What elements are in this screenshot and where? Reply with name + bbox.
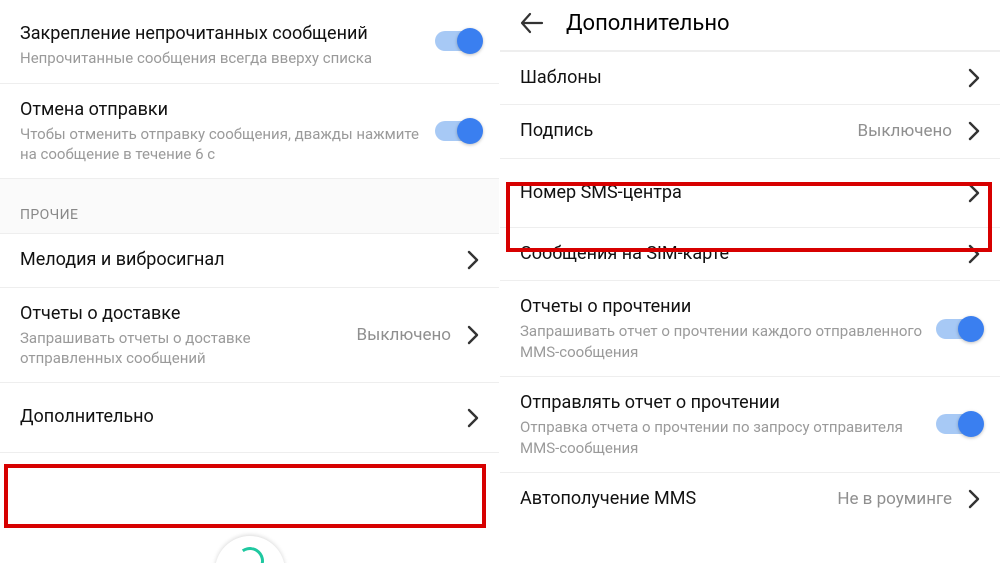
pin-unread-subtitle: Непрочитанные сообщения всегда вверху сп… bbox=[20, 48, 372, 68]
chevron-right-icon bbox=[467, 408, 479, 428]
send-read-subtitle: Отправка отчета о прочтении по запросу о… bbox=[520, 417, 924, 458]
send-read-title: Отправлять отчет о прочтении bbox=[520, 391, 780, 415]
section-other: ПРОЧИЕ bbox=[0, 178, 499, 233]
read-reports-subtitle: Запрашивать отчет о прочтении каждого от… bbox=[520, 321, 924, 362]
sms-center-title: Номер SMS-центра bbox=[520, 181, 682, 205]
highlight-additional bbox=[4, 464, 486, 528]
pin-unread-title: Закрепление непрочитанных сообщений bbox=[20, 22, 368, 46]
row-send-read-report[interactable]: Отправлять отчет о прочтении Отправка от… bbox=[500, 376, 1000, 472]
header: Дополнительно bbox=[500, 0, 1000, 50]
chevron-right-icon bbox=[968, 489, 980, 509]
chevron-right-icon bbox=[467, 325, 479, 345]
row-pin-unread[interactable]: Закрепление непрочитанных сообщений Непр… bbox=[0, 0, 499, 83]
cancel-send-toggle[interactable] bbox=[435, 121, 481, 141]
chevron-right-icon bbox=[968, 244, 980, 264]
settings-panel-right: Дополнительно Шаблоны Подпись Выключено … bbox=[500, 0, 1000, 563]
row-autoget-mms[interactable]: Автополучение MMS Не в роуминге bbox=[500, 472, 1000, 525]
row-read-reports[interactable]: Отчеты о прочтении Запрашивать отчет о п… bbox=[500, 280, 1000, 376]
pin-unread-toggle[interactable] bbox=[435, 31, 481, 51]
templates-title: Шаблоны bbox=[520, 66, 602, 90]
read-reports-toggle[interactable] bbox=[936, 319, 982, 339]
autoget-value: Не в роуминге bbox=[837, 489, 952, 509]
delivery-reports-value: Выключено bbox=[357, 325, 451, 345]
row-additional[interactable]: Дополнительно bbox=[0, 382, 499, 451]
cancel-send-subtitle: Чтобы отменить отправку сообщения, дважд… bbox=[20, 124, 439, 165]
row-sms-center[interactable]: Номер SMS-центра bbox=[500, 158, 1000, 227]
row-signature[interactable]: Подпись Выключено bbox=[500, 104, 1000, 157]
page-title: Дополнительно bbox=[566, 11, 730, 36]
chevron-right-icon bbox=[968, 183, 980, 203]
refresh-spinner-icon bbox=[215, 536, 285, 563]
melody-title: Мелодия и вибросигнал bbox=[20, 248, 225, 272]
chevron-right-icon bbox=[467, 250, 479, 270]
delivery-reports-subtitle: Запрашивать отчеты о доставке отправленн… bbox=[20, 328, 357, 369]
row-templates[interactable]: Шаблоны bbox=[500, 51, 1000, 104]
additional-title: Дополнительно bbox=[20, 405, 154, 429]
chevron-right-icon bbox=[968, 121, 980, 141]
sim-messages-title: Сообщения на SIM-карте bbox=[520, 242, 729, 266]
row-delivery-reports[interactable]: Отчеты о доставке Запрашивать отчеты о д… bbox=[0, 287, 499, 383]
signature-title: Подпись bbox=[520, 119, 593, 143]
send-read-toggle[interactable] bbox=[936, 414, 982, 434]
cancel-send-title: Отмена отправки bbox=[20, 98, 168, 122]
signature-value: Выключено bbox=[858, 121, 952, 141]
read-reports-title: Отчеты о прочтении bbox=[520, 295, 691, 319]
back-arrow-icon[interactable] bbox=[518, 10, 544, 36]
chevron-right-icon bbox=[968, 68, 980, 88]
row-sim-messages[interactable]: Сообщения на SIM-карте bbox=[500, 227, 1000, 280]
row-melody-vibration[interactable]: Мелодия и вибросигнал bbox=[0, 233, 499, 286]
delivery-reports-title: Отчеты о доставке bbox=[20, 302, 357, 326]
row-cancel-send[interactable]: Отмена отправки Чтобы отменить отправку … bbox=[0, 83, 499, 179]
settings-panel-left: Закрепление непрочитанных сообщений Непр… bbox=[0, 0, 500, 563]
autoget-title: Автополучение MMS bbox=[520, 487, 696, 511]
